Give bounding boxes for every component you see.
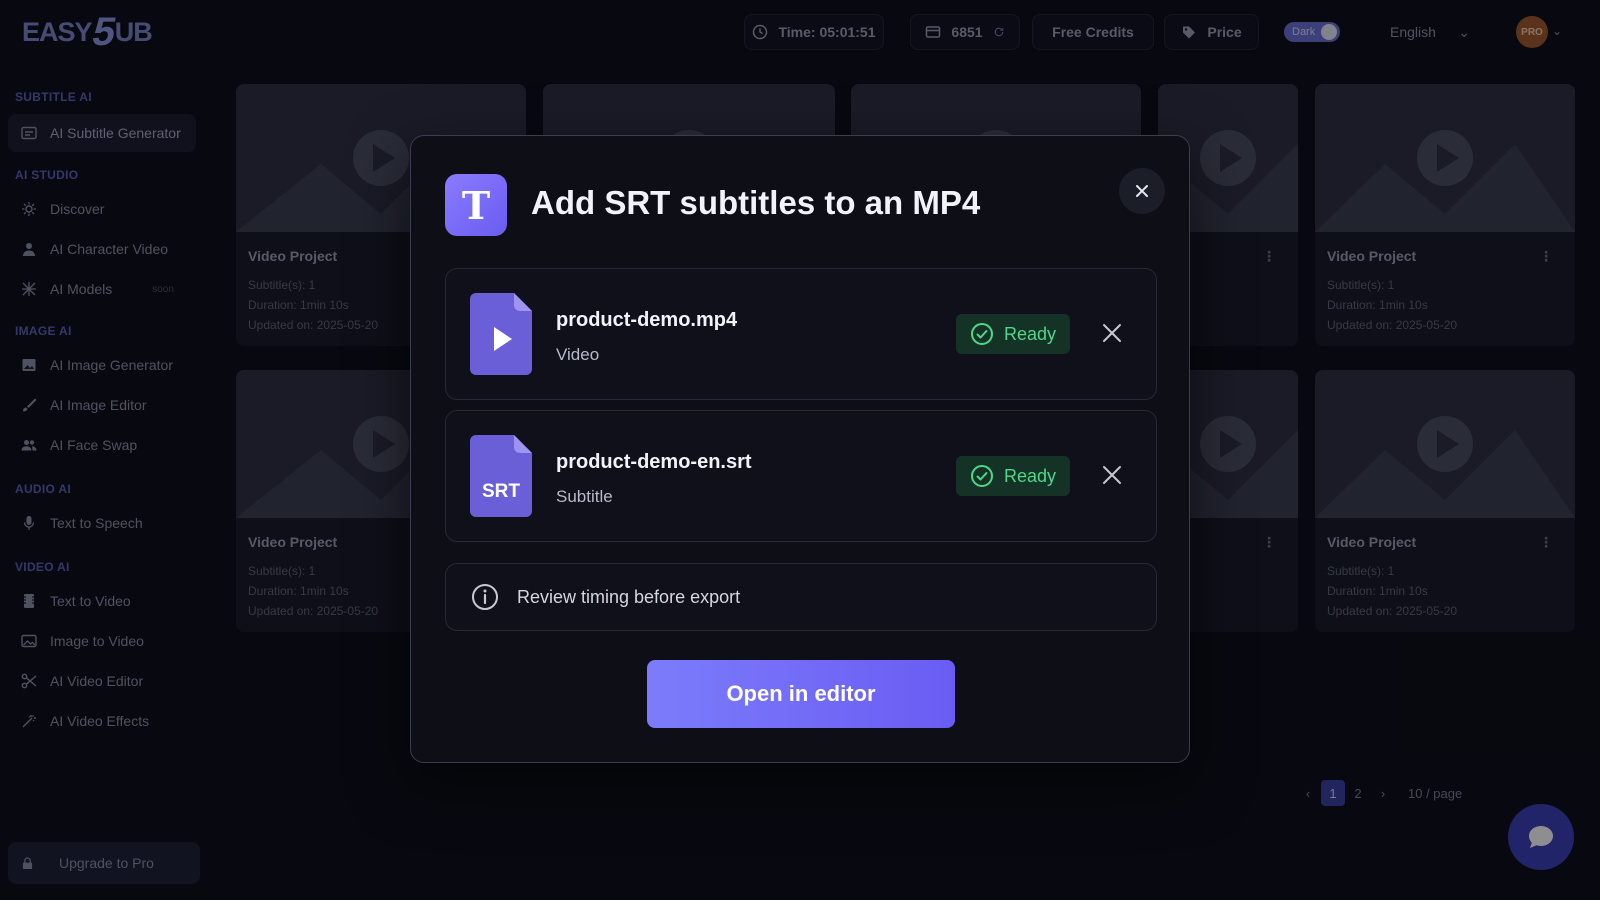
file-type: Video — [556, 345, 600, 364]
status-badge: Ready — [956, 456, 1070, 496]
note-text: Review timing before export — [517, 586, 741, 607]
close-icon — [1136, 185, 1148, 197]
dialog-title: Add SRT subtitles to an MP4 — [531, 184, 981, 221]
info-icon — [472, 584, 498, 610]
remove-file-button[interactable] — [1100, 321, 1124, 345]
app-badge-icon: T — [445, 174, 507, 236]
status-badge: Ready — [956, 314, 1070, 354]
timing-note: Review timing before export — [445, 563, 1157, 631]
open-in-editor-button[interactable]: Open in editor — [647, 660, 955, 728]
check-circle-icon — [971, 323, 993, 345]
add-subtitles-dialog: T Add SRT subtitles to an MP4 product-de… — [410, 135, 1190, 763]
status-label: Ready — [1004, 465, 1057, 486]
file-name: product-demo.mp4 — [556, 309, 738, 331]
video-file-icon — [470, 293, 532, 375]
status-label: Ready — [1004, 323, 1057, 344]
file-type: Subtitle — [556, 487, 613, 506]
srt-icon-label: SRT — [482, 481, 520, 502]
close-button[interactable] — [1119, 168, 1165, 214]
file-row-video: product-demo.mp4 Video Ready — [445, 268, 1157, 400]
remove-file-button[interactable] — [1100, 463, 1124, 487]
file-name: product-demo-en.srt — [556, 451, 752, 473]
srt-file-icon: SRT — [470, 435, 532, 517]
file-row-subtitle: SRT product-demo-en.srt Subtitle Ready — [445, 410, 1157, 542]
check-circle-icon — [971, 465, 993, 487]
